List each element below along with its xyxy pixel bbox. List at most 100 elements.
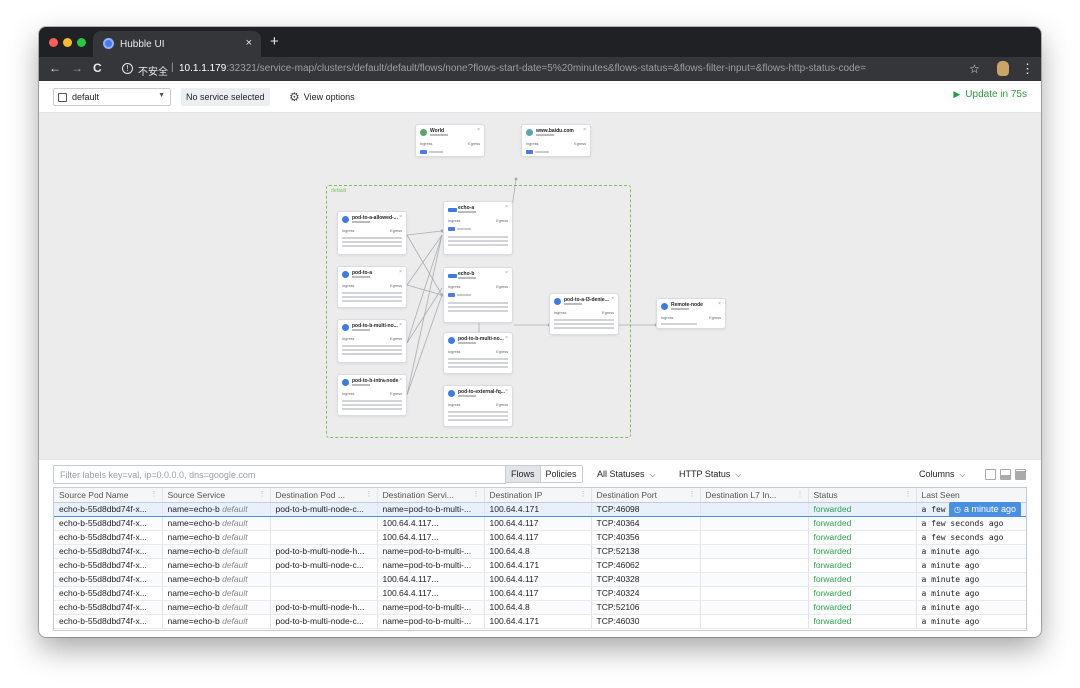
hubble-top-bar: default ▼ No service selected ⚙ View opti… bbox=[39, 81, 1041, 113]
tab-flows[interactable]: Flows bbox=[506, 466, 540, 482]
cell-source-pod: echo-b-55d8dbd74f-x... bbox=[54, 516, 163, 531]
card-ingress: Ingress bbox=[342, 392, 355, 396]
table-row[interactable]: echo-b-55d8dbd74f-x... name=echo-b defaul… bbox=[54, 516, 1026, 531]
tab-close-icon[interactable]: × bbox=[246, 37, 252, 49]
table-row[interactable]: echo-b-55d8dbd74f-x... name=echo-b defaul… bbox=[54, 544, 1026, 559]
map-card-pod-to-a[interactable]: pod-to-a × Ingress Egress bbox=[337, 266, 407, 308]
column-header-source-service[interactable]: Source Service ⋮ bbox=[162, 488, 271, 503]
address-bar[interactable]: ! 不安全 | 10.1.1.179:32321/service-map/clu… bbox=[117, 59, 967, 79]
cell-source-pod: echo-b-55d8dbd74f-x... bbox=[54, 572, 163, 587]
map-card-baidu[interactable]: www.baidu.com × Ingress Egress bbox=[521, 124, 591, 157]
card-close-icon[interactable]: × bbox=[399, 377, 402, 383]
column-header-destination-pod[interactable]: Destination Pod ... ⋮ bbox=[270, 488, 378, 503]
cell-destination-service: name=pod-to-b-multi-... bbox=[377, 558, 485, 573]
tab-hubble-ui[interactable]: Hubble UI × bbox=[93, 31, 261, 57]
tooltip-text: a minute ago bbox=[963, 504, 1017, 514]
column-header-status[interactable]: Status ⋮ bbox=[808, 488, 917, 503]
column-header-last-seen[interactable]: Last Seen bbox=[916, 488, 1026, 503]
status-filter-dropdown[interactable]: All Statuses ⌵ bbox=[597, 469, 656, 480]
column-header-destination-service[interactable]: Destination Servi... ⋮ bbox=[377, 488, 485, 503]
card-subtitle-bar bbox=[536, 134, 554, 136]
column-header-destination-port[interactable]: Destination Port ⋮ bbox=[591, 488, 701, 503]
layout-table-icon[interactable] bbox=[1015, 469, 1026, 480]
column-header-label: Source Service bbox=[167, 489, 226, 500]
card-ingress: Ingress bbox=[448, 285, 461, 289]
column-menu-icon[interactable]: ⋮ bbox=[580, 490, 587, 498]
column-header-destination-ip[interactable]: Destination IP ⋮ bbox=[484, 488, 592, 503]
card-close-icon[interactable]: × bbox=[477, 127, 480, 133]
column-menu-icon[interactable]: ⋮ bbox=[366, 490, 373, 498]
column-menu-icon[interactable]: ⋮ bbox=[259, 490, 266, 498]
cell-source-pod: echo-b-55d8dbd74f-x... bbox=[54, 544, 163, 559]
table-row[interactable]: echo-b-55d8dbd74f-x... name=echo-b defaul… bbox=[54, 614, 1026, 629]
layout-half-icon[interactable] bbox=[1000, 469, 1011, 480]
update-label: Update in 75s bbox=[965, 89, 1027, 100]
map-card-pod-to-b-multi-node-1[interactable]: pod-to-b-multi-no... × Ingress Egress bbox=[337, 319, 407, 363]
new-tab-button[interactable]: + bbox=[270, 33, 279, 50]
close-window-button[interactable] bbox=[49, 38, 58, 47]
back-button[interactable]: ← bbox=[49, 61, 61, 75]
map-card-remote-node[interactable]: Remote-node × Ingress Egress bbox=[656, 298, 726, 329]
card-close-icon[interactable]: × bbox=[611, 296, 614, 302]
map-card-pod-to-a-allowed[interactable]: pod-to-a-allowed-... × Ingress Egress bbox=[337, 211, 407, 255]
map-card-pod-to-a-l3-denied[interactable]: pod-to-a-l3-denie... × Ingress Egress bbox=[549, 293, 619, 335]
extension-icon[interactable] bbox=[997, 61, 1009, 76]
update-button[interactable]: ▶ Update in 75s bbox=[953, 89, 1027, 100]
column-menu-icon[interactable]: ⋮ bbox=[689, 490, 696, 498]
card-close-icon[interactable]: × bbox=[505, 270, 508, 276]
bookmark-star-icon[interactable]: ☆ bbox=[969, 62, 980, 76]
column-menu-icon[interactable]: ⋮ bbox=[151, 490, 158, 498]
table-row[interactable]: echo-b-55d8dbd74f-x... name=echo-b defaul… bbox=[54, 501, 1026, 517]
column-menu-icon[interactable]: ⋮ bbox=[905, 490, 912, 498]
column-header-label: Destination L7 In... bbox=[705, 489, 777, 500]
column-header-destination-l7[interactable]: Destination L7 In... ⋮ bbox=[700, 488, 809, 503]
view-options-button[interactable]: ⚙ View options bbox=[289, 88, 355, 106]
cell-status: forwarded bbox=[808, 530, 917, 545]
card-close-icon[interactable]: × bbox=[505, 388, 508, 394]
reload-button[interactable]: C bbox=[93, 61, 102, 75]
card-close-icon[interactable]: × bbox=[399, 269, 402, 275]
card-close-icon[interactable]: × bbox=[399, 322, 402, 328]
map-card-world[interactable]: World × Ingress Egress bbox=[415, 124, 485, 157]
service-map[interactable]: default World × Ingress Egress www.baidu… bbox=[39, 113, 1041, 459]
map-card-echo-a[interactable]: echo-a × Ingress Egress bbox=[443, 201, 513, 255]
filter-input[interactable] bbox=[53, 465, 507, 484]
card-close-icon[interactable]: × bbox=[718, 301, 721, 307]
card-egress: Egress bbox=[574, 142, 586, 146]
cell-status: forwarded bbox=[808, 558, 917, 573]
table-row[interactable]: echo-b-55d8dbd74f-x... name=echo-b defaul… bbox=[54, 586, 1026, 601]
http-status-dropdown[interactable]: HTTP Status ⌵ bbox=[679, 469, 741, 480]
card-subtitle-bar bbox=[458, 211, 476, 213]
table-row[interactable]: echo-b-55d8dbd74f-x... name=echo-b defaul… bbox=[54, 530, 1026, 545]
map-card-pod-to-b-multi-node-2[interactable]: pod-to-b-multi-no... × Ingress Egress bbox=[443, 332, 513, 374]
card-close-icon[interactable]: × bbox=[505, 204, 508, 210]
card-close-icon[interactable]: × bbox=[399, 214, 402, 220]
card-subtitle-bar bbox=[458, 277, 476, 279]
card-subtitle-bar bbox=[352, 221, 370, 223]
maximize-window-button[interactable] bbox=[77, 38, 86, 47]
site-info-icon[interactable]: ! bbox=[122, 63, 133, 74]
browser-window: Hubble UI × + ← → C ! 不安全 | 10.1.1.179:3… bbox=[39, 27, 1041, 637]
minimize-window-button[interactable] bbox=[63, 38, 72, 47]
map-card-echo-b[interactable]: echo-b × Ingress Egress bbox=[443, 267, 513, 323]
layout-full-icon[interactable] bbox=[985, 469, 996, 480]
tab-policies[interactable]: Policies bbox=[539, 466, 582, 482]
table-row[interactable]: echo-b-55d8dbd74f-x... name=echo-b defaul… bbox=[54, 558, 1026, 573]
table-row[interactable]: echo-b-55d8dbd74f-x... name=echo-b defaul… bbox=[54, 572, 1026, 587]
column-menu-icon[interactable]: ⋮ bbox=[797, 490, 804, 498]
table-row[interactable]: echo-b-55d8dbd74f-x... name=echo-b defaul… bbox=[54, 600, 1026, 615]
cell-source-pod: echo-b-55d8dbd74f-x... bbox=[54, 600, 163, 615]
columns-dropdown[interactable]: Columns ⌵ bbox=[919, 469, 966, 480]
map-card-pod-to-b-intra-node[interactable]: pod-to-b-intra-node × Ingress Egress bbox=[337, 374, 407, 416]
card-close-icon[interactable]: × bbox=[505, 335, 508, 341]
namespace-select[interactable]: default ▼ bbox=[53, 88, 171, 106]
forward-button[interactable]: → bbox=[71, 61, 83, 75]
card-close-icon[interactable]: × bbox=[583, 127, 586, 133]
cell-destination-l7 bbox=[700, 516, 809, 531]
column-header-source-pod[interactable]: Source Pod Name ⋮ bbox=[54, 488, 163, 503]
card-egress: Egress bbox=[709, 316, 721, 320]
column-menu-icon[interactable]: ⋮ bbox=[473, 490, 480, 498]
map-card-pod-to-external-fqdn[interactable]: pod-to-external-fq... × Ingress Egress bbox=[443, 385, 513, 427]
browser-menu-icon[interactable]: ⋮ bbox=[1021, 61, 1034, 77]
card-egress: Egress bbox=[496, 219, 508, 223]
